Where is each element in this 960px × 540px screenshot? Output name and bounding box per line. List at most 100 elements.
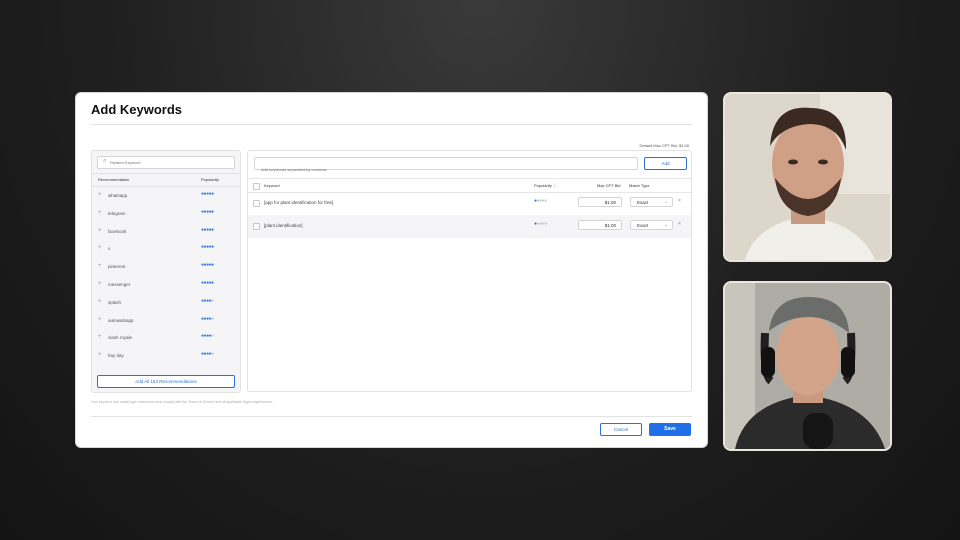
recommendation-row[interactable]: + messenger ●●●●● [92, 280, 240, 300]
popularity-dot: ● [211, 191, 214, 197]
popularity-dot: ● [544, 221, 547, 227]
plus-icon[interactable]: + [98, 299, 102, 305]
participant-2-video [725, 283, 890, 449]
keyword-text: [app for plant identification for free] [264, 200, 334, 205]
modal-title: Add Keywords [91, 102, 183, 117]
video-tile-participant-1 [723, 92, 892, 262]
keywords-panel: Add Keyword Popularity ⓘ Max CPT Bid Mat… [247, 150, 692, 392]
col-max-cpt-bid: Max CPT Bid [597, 183, 621, 188]
chevron-down-icon: ⌄ [663, 199, 668, 205]
divider [91, 416, 692, 417]
popularity-indicator: ●●●●● [534, 221, 547, 227]
popularity-dot: ● [211, 333, 214, 340]
popularity-indicator: ●●●●● [201, 316, 214, 322]
max-cpt-bid-input[interactable]: $1.00 [578, 220, 622, 230]
popularity-indicator: ●●●●● [201, 244, 214, 250]
popularity-dot: ● [211, 244, 214, 251]
plus-icon[interactable]: + [98, 352, 102, 358]
popularity-dot: ● [211, 208, 214, 215]
plus-icon[interactable]: + [98, 245, 102, 251]
select-all-checkbox[interactable] [253, 183, 260, 190]
recommendation-row[interactable]: + pinterest ●●●●● [92, 262, 240, 282]
col-popularity-label: Popularity [534, 183, 552, 188]
search-input[interactable] [110, 157, 230, 168]
add-keyword-button[interactable]: Add [644, 157, 687, 170]
recommendation-row[interactable]: + autowatsapp ●●●●● [92, 316, 240, 336]
terms-footnote: Your keyword and match type selections m… [91, 400, 273, 404]
add-all-recommendations-button[interactable]: Add All 163 Recommendations [97, 375, 235, 388]
keywords-header: Keyword Popularity ⓘ Max CPT Bid Match T… [248, 178, 691, 193]
recommendation-label: autowatsapp [108, 317, 134, 323]
save-button[interactable]: Save [649, 423, 691, 436]
keyword-input-box[interactable] [254, 157, 638, 175]
plus-icon[interactable]: + [98, 228, 102, 234]
video-tile-participant-2 [723, 281, 892, 451]
recommendation-row[interactable]: + hay day ●●●●● [92, 351, 240, 371]
row-checkbox[interactable] [253, 223, 260, 230]
search-icon: ⌕ [103, 158, 107, 164]
related-keyword-search[interactable]: ⌕ [97, 156, 235, 169]
keyword-input[interactable] [255, 164, 631, 175]
recommendation-label: clash royale [108, 335, 133, 341]
keyword-row: [plant identification] ●●●●● $1.00 Exact ⌄ × [248, 215, 691, 238]
row-checkbox[interactable] [253, 200, 260, 207]
participant-1-video [725, 94, 890, 260]
popularity-indicator: ●●●●● [201, 191, 214, 197]
recommendation-label: facebook [108, 228, 127, 234]
match-type-value: Exact [637, 200, 649, 205]
info-icon[interactable]: ⓘ [553, 183, 557, 188]
keyword-row: [app for plant identification for free] ●… [248, 192, 691, 215]
recommendation-label: pinterest [108, 264, 126, 270]
recommendation-row[interactable]: + splash ●●●●● [92, 298, 240, 318]
add-keywords-modal: Add Keywords Default Max CPT Bid: $1.00 … [76, 93, 707, 447]
recommendation-label: splash [108, 299, 122, 305]
popularity-indicator: ●●●●● [201, 262, 214, 268]
recommendation-row[interactable]: + telegram ●●●●● [92, 209, 240, 229]
recommendation-label: telegram [108, 210, 126, 216]
plus-icon[interactable]: + [98, 281, 102, 287]
recommendation-label: whatsapp [108, 193, 128, 198]
popularity-dot: ● [211, 315, 214, 322]
remove-keyword-icon[interactable]: × [678, 198, 681, 204]
recommendation-label: messenger [108, 281, 131, 287]
recommendations-header: Recommendation Popularity [92, 173, 240, 187]
col-popularity: Popularity [201, 177, 219, 182]
recommendations-panel: ⌕ Recommendation Popularity +whatsapp●●●… [91, 150, 241, 393]
col-popularity: Popularity ⓘ [534, 183, 557, 189]
plus-icon[interactable]: + [98, 210, 102, 216]
popularity-indicator: ●●●●● [534, 198, 547, 204]
popularity-dot: ● [211, 351, 214, 358]
divider [91, 124, 692, 125]
popularity-indicator: ●●●●● [201, 227, 214, 233]
recommendation-row[interactable]: + x ●●●●● [92, 244, 240, 264]
keyword-text: [plant identification] [264, 223, 303, 228]
match-type-select[interactable]: Exact ⌄ [630, 220, 673, 230]
popularity-indicator: ●●●●● [201, 333, 214, 339]
recommendation-row[interactable]: + whatsapp ●●●●● [92, 191, 240, 211]
plus-icon[interactable]: + [98, 263, 102, 269]
max-cpt-bid-input[interactable]: $1.00 [578, 197, 622, 207]
cancel-button[interactable]: Cancel [600, 423, 642, 436]
popularity-dot: ● [211, 279, 214, 286]
match-type-value: Exact [637, 223, 649, 228]
recommendation-label: x [108, 246, 111, 252]
popularity-indicator: ●●●●● [201, 209, 214, 215]
popularity-indicator: ●●●●● [201, 298, 214, 304]
recommendation-row[interactable]: + facebook ●●●●● [92, 227, 240, 247]
col-keyword: Keyword [264, 183, 280, 188]
plus-icon[interactable]: + [98, 334, 102, 340]
popularity-indicator: ●●●●● [201, 280, 214, 286]
match-type-select[interactable]: Exact ⌄ [630, 197, 673, 207]
chevron-down-icon: ⌄ [663, 222, 668, 228]
popularity-dot: ● [211, 297, 214, 304]
popularity-dot: ● [544, 198, 547, 204]
popularity-dot: ● [211, 262, 214, 269]
plus-icon[interactable]: + [98, 192, 102, 198]
recommendation-list: + whatsapp ●●●●● + telegram ●●●●● + facebook ●●●… [92, 191, 240, 371]
plus-icon[interactable]: + [98, 317, 102, 323]
recommendation-row[interactable]: + clash royale ●●●●● [92, 333, 240, 353]
default-bid-label: Default Max CPT Bid: $1.00 [639, 143, 689, 148]
col-match-type: Match Type [629, 183, 650, 188]
popularity-indicator: ●●●●● [201, 351, 214, 357]
remove-keyword-icon[interactable]: × [678, 221, 681, 227]
